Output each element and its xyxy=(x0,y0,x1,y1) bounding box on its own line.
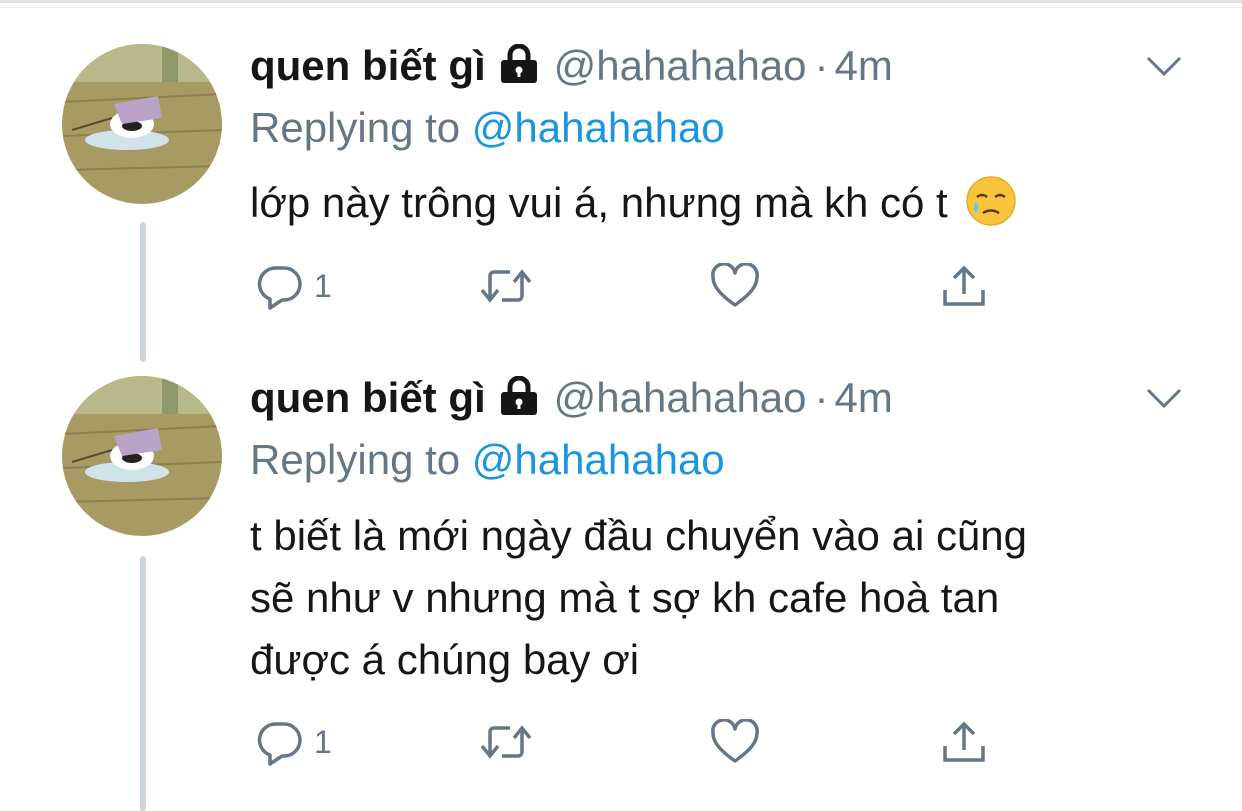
share-button[interactable] xyxy=(940,712,988,772)
like-button[interactable] xyxy=(710,712,760,772)
tweet-header: quen biết gì @hahahahao · 4m xyxy=(250,372,893,428)
reply-count: 1 xyxy=(314,723,332,760)
replying-to-mention[interactable]: @hahahahao xyxy=(472,436,725,483)
tweet-actions: 1 xyxy=(250,712,1010,772)
like-icon xyxy=(711,719,759,763)
tweet-text-line: được á chúng bay ơi xyxy=(250,636,640,683)
replying-to: Replying to @hahahahao xyxy=(250,436,725,484)
separator-dot: · xyxy=(814,374,829,421)
retweet-icon xyxy=(480,725,532,759)
tweet-text-line: t biết là mới ngày đầu chuyển vào ai cũn… xyxy=(250,512,1028,559)
tweet-text-line: sẽ như v nhưng mà t sợ kh cafe hoà tan xyxy=(250,574,1000,621)
tweet-text: t biết là mới ngày đầu chuyển vào ai cũn… xyxy=(250,505,1210,691)
share-icon xyxy=(943,721,985,762)
display-name[interactable]: quen biết gì xyxy=(250,374,486,422)
reply-icon xyxy=(257,722,302,766)
avatar[interactable] xyxy=(62,376,222,536)
chevron-down-icon[interactable] xyxy=(1144,386,1184,410)
user-handle[interactable]: @hahahahao xyxy=(554,374,807,422)
reply-button[interactable]: 1 xyxy=(256,712,332,772)
retweet-button[interactable] xyxy=(478,712,534,772)
avatar-image xyxy=(62,376,222,536)
timestamp[interactable]: 4m xyxy=(835,374,893,422)
replying-to-label: Replying to xyxy=(250,436,461,483)
tweet[interactable]: quen biết gì @hahahahao · 4m Replying to… xyxy=(0,0,1242,811)
lock-icon xyxy=(498,375,540,416)
